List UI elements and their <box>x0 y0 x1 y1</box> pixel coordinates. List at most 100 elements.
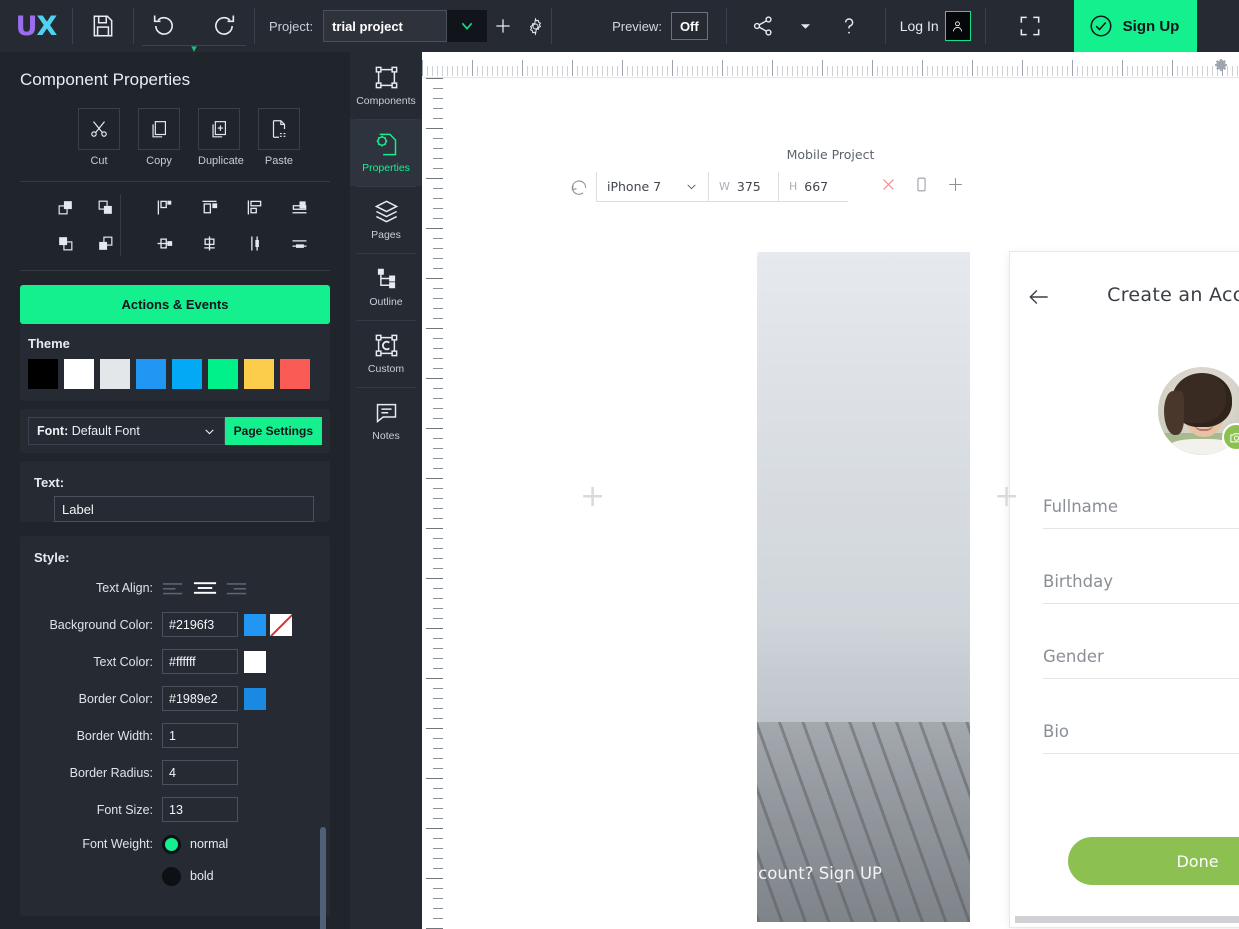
paste-button[interactable]: Paste <box>258 108 300 167</box>
save-disk-icon[interactable] <box>73 0 133 52</box>
theme-swatch-black[interactable] <box>28 359 58 389</box>
delete-screen-button[interactable] <box>880 176 897 198</box>
background-color-swatch[interactable] <box>244 614 266 636</box>
text-align-right-icon[interactable] <box>224 580 249 596</box>
rail-item-components[interactable]: Components <box>350 52 422 119</box>
duplicate-screen-button[interactable] <box>913 176 930 198</box>
project-settings-gear-icon[interactable] <box>519 0 551 52</box>
text-align-left-icon[interactable] <box>162 580 187 596</box>
share-icon[interactable] <box>733 0 793 52</box>
device-settings-bar: iPhone 7 W 375 H 667 <box>562 170 982 204</box>
background-color-none-swatch[interactable] <box>270 614 292 636</box>
distribute-vertical-icon[interactable] <box>242 230 268 256</box>
align-bottom-icon[interactable] <box>287 194 313 220</box>
align-middle-vertical-icon[interactable] <box>196 230 222 256</box>
font-weight-normal-radio[interactable] <box>162 835 181 854</box>
align-left-icon[interactable] <box>151 194 177 220</box>
theme-swatch-cyan[interactable] <box>172 359 202 389</box>
device-width-input[interactable]: W 375 <box>708 172 778 202</box>
align-top-icon[interactable] <box>196 194 222 220</box>
project-dropdown-button[interactable] <box>447 10 487 42</box>
distribute-horizontal-icon[interactable] <box>287 230 313 256</box>
duplicate-button[interactable]: Duplicate <box>198 108 240 167</box>
photo-lower-structure <box>757 722 970 922</box>
send-to-back-icon[interactable] <box>92 230 118 256</box>
add-screen-handle-left[interactable]: + <box>580 482 605 512</box>
rail-item-properties[interactable]: Properties <box>350 119 422 186</box>
text-input[interactable]: Label <box>54 496 314 522</box>
preview-toggle[interactable]: Off <box>671 12 708 40</box>
login-label[interactable]: Log In <box>900 18 939 34</box>
theme-swatch-blue[interactable] <box>136 359 166 389</box>
field-gender-label: Gender <box>1043 647 1104 666</box>
actions-events-button[interactable]: Actions & Events <box>20 285 330 324</box>
copy-button[interactable]: Copy <box>138 108 180 167</box>
text-color-input[interactable]: #ffffff <box>162 649 238 674</box>
text-color-swatch[interactable] <box>244 651 266 673</box>
send-backward-icon[interactable] <box>52 230 78 256</box>
app-logo[interactable]: UX <box>0 0 72 52</box>
border-radius-row: Border Radius: 4 <box>20 754 330 791</box>
screen-create-account[interactable]: Create an Account <box>1010 252 1239 927</box>
left-panel-scrollbar[interactable] <box>320 827 326 929</box>
field-bio[interactable]: Bio <box>1043 722 1239 754</box>
signup-prompt-text[interactable]: account? Sign UP <box>757 864 882 883</box>
background-color-label: Background Color: <box>34 618 162 632</box>
share-caret-down-icon[interactable] <box>793 21 819 32</box>
rail-item-pages[interactable]: Pages <box>350 186 422 253</box>
bring-to-front-icon[interactable] <box>52 194 78 220</box>
theme-swatch-white[interactable] <box>64 359 94 389</box>
text-align-row: Text Align: <box>20 569 330 606</box>
cut-button[interactable]: Cut <box>78 108 120 167</box>
done-label: Done <box>1176 852 1218 871</box>
font-weight-bold-radio[interactable] <box>162 867 181 886</box>
canvas-settings-gear-icon[interactable] <box>1213 57 1229 78</box>
font-size-input[interactable]: 13 <box>162 797 238 822</box>
add-project-button[interactable] <box>487 0 519 52</box>
theme-swatch-grey[interactable] <box>100 359 130 389</box>
rail-item-outline[interactable]: Outline <box>350 253 422 320</box>
logo-letter-x: X <box>37 11 57 42</box>
signup-button[interactable]: Sign Up <box>1074 0 1198 52</box>
fullscreen-expand-icon[interactable] <box>1000 0 1060 52</box>
theme-swatch-green[interactable] <box>208 359 238 389</box>
field-gender[interactable]: Gender <box>1043 647 1239 679</box>
border-width-input[interactable]: 1 <box>162 723 238 748</box>
reset-rotate-icon[interactable] <box>562 177 596 197</box>
avatar-upload[interactable] <box>1158 367 1239 455</box>
project-name-input[interactable]: trial project <box>323 10 447 42</box>
ruler-horizontal <box>422 52 1239 78</box>
screen-scrollbar[interactable] <box>1015 916 1239 923</box>
add-screen-button[interactable] <box>946 175 965 199</box>
theme-swatch-yellow[interactable] <box>244 359 274 389</box>
theme-swatch-red[interactable] <box>280 359 310 389</box>
page-settings-button[interactable]: Page Settings <box>225 417 322 445</box>
bring-forward-icon[interactable] <box>92 194 118 220</box>
screen-left-preview[interactable]: account? Sign UP <box>757 252 970 922</box>
device-select[interactable]: iPhone 7 <box>596 172 708 202</box>
font-weight-bold-label: bold <box>190 869 214 883</box>
device-height-input[interactable]: H 667 <box>778 172 848 202</box>
field-birthday[interactable]: Birthday <box>1043 572 1239 604</box>
background-color-input[interactable]: #2196f3 <box>162 612 238 637</box>
rail-item-notes[interactable]: Notes <box>350 387 422 454</box>
design-canvas[interactable]: Mobile Project iPhone 7 W 375 H 667 <box>422 52 1239 929</box>
field-birthday-label: Birthday <box>1043 572 1113 591</box>
align-right-icon[interactable] <box>242 194 268 220</box>
style-label: Style: <box>20 536 330 569</box>
help-question-icon[interactable] <box>819 0 879 52</box>
user-avatar-icon[interactable] <box>945 11 971 41</box>
font-label: Font: <box>37 424 68 438</box>
top-toolbar: UX ▾ <box>0 0 1239 52</box>
done-button[interactable]: Done <box>1068 837 1239 885</box>
rail-label-outline: Outline <box>369 296 402 308</box>
field-fullname[interactable]: Fullname <box>1043 497 1239 529</box>
add-screen-handle-right[interactable]: + <box>994 482 1019 512</box>
rail-item-custom[interactable]: Custom <box>350 320 422 387</box>
border-radius-input[interactable]: 4 <box>162 760 238 785</box>
border-color-swatch[interactable] <box>244 688 266 710</box>
border-color-input[interactable]: #1989e2 <box>162 686 238 711</box>
font-select[interactable]: Font: Default Font <box>28 417 225 445</box>
align-center-horizontal-icon[interactable] <box>151 230 177 256</box>
text-align-center-icon[interactable] <box>193 580 218 596</box>
